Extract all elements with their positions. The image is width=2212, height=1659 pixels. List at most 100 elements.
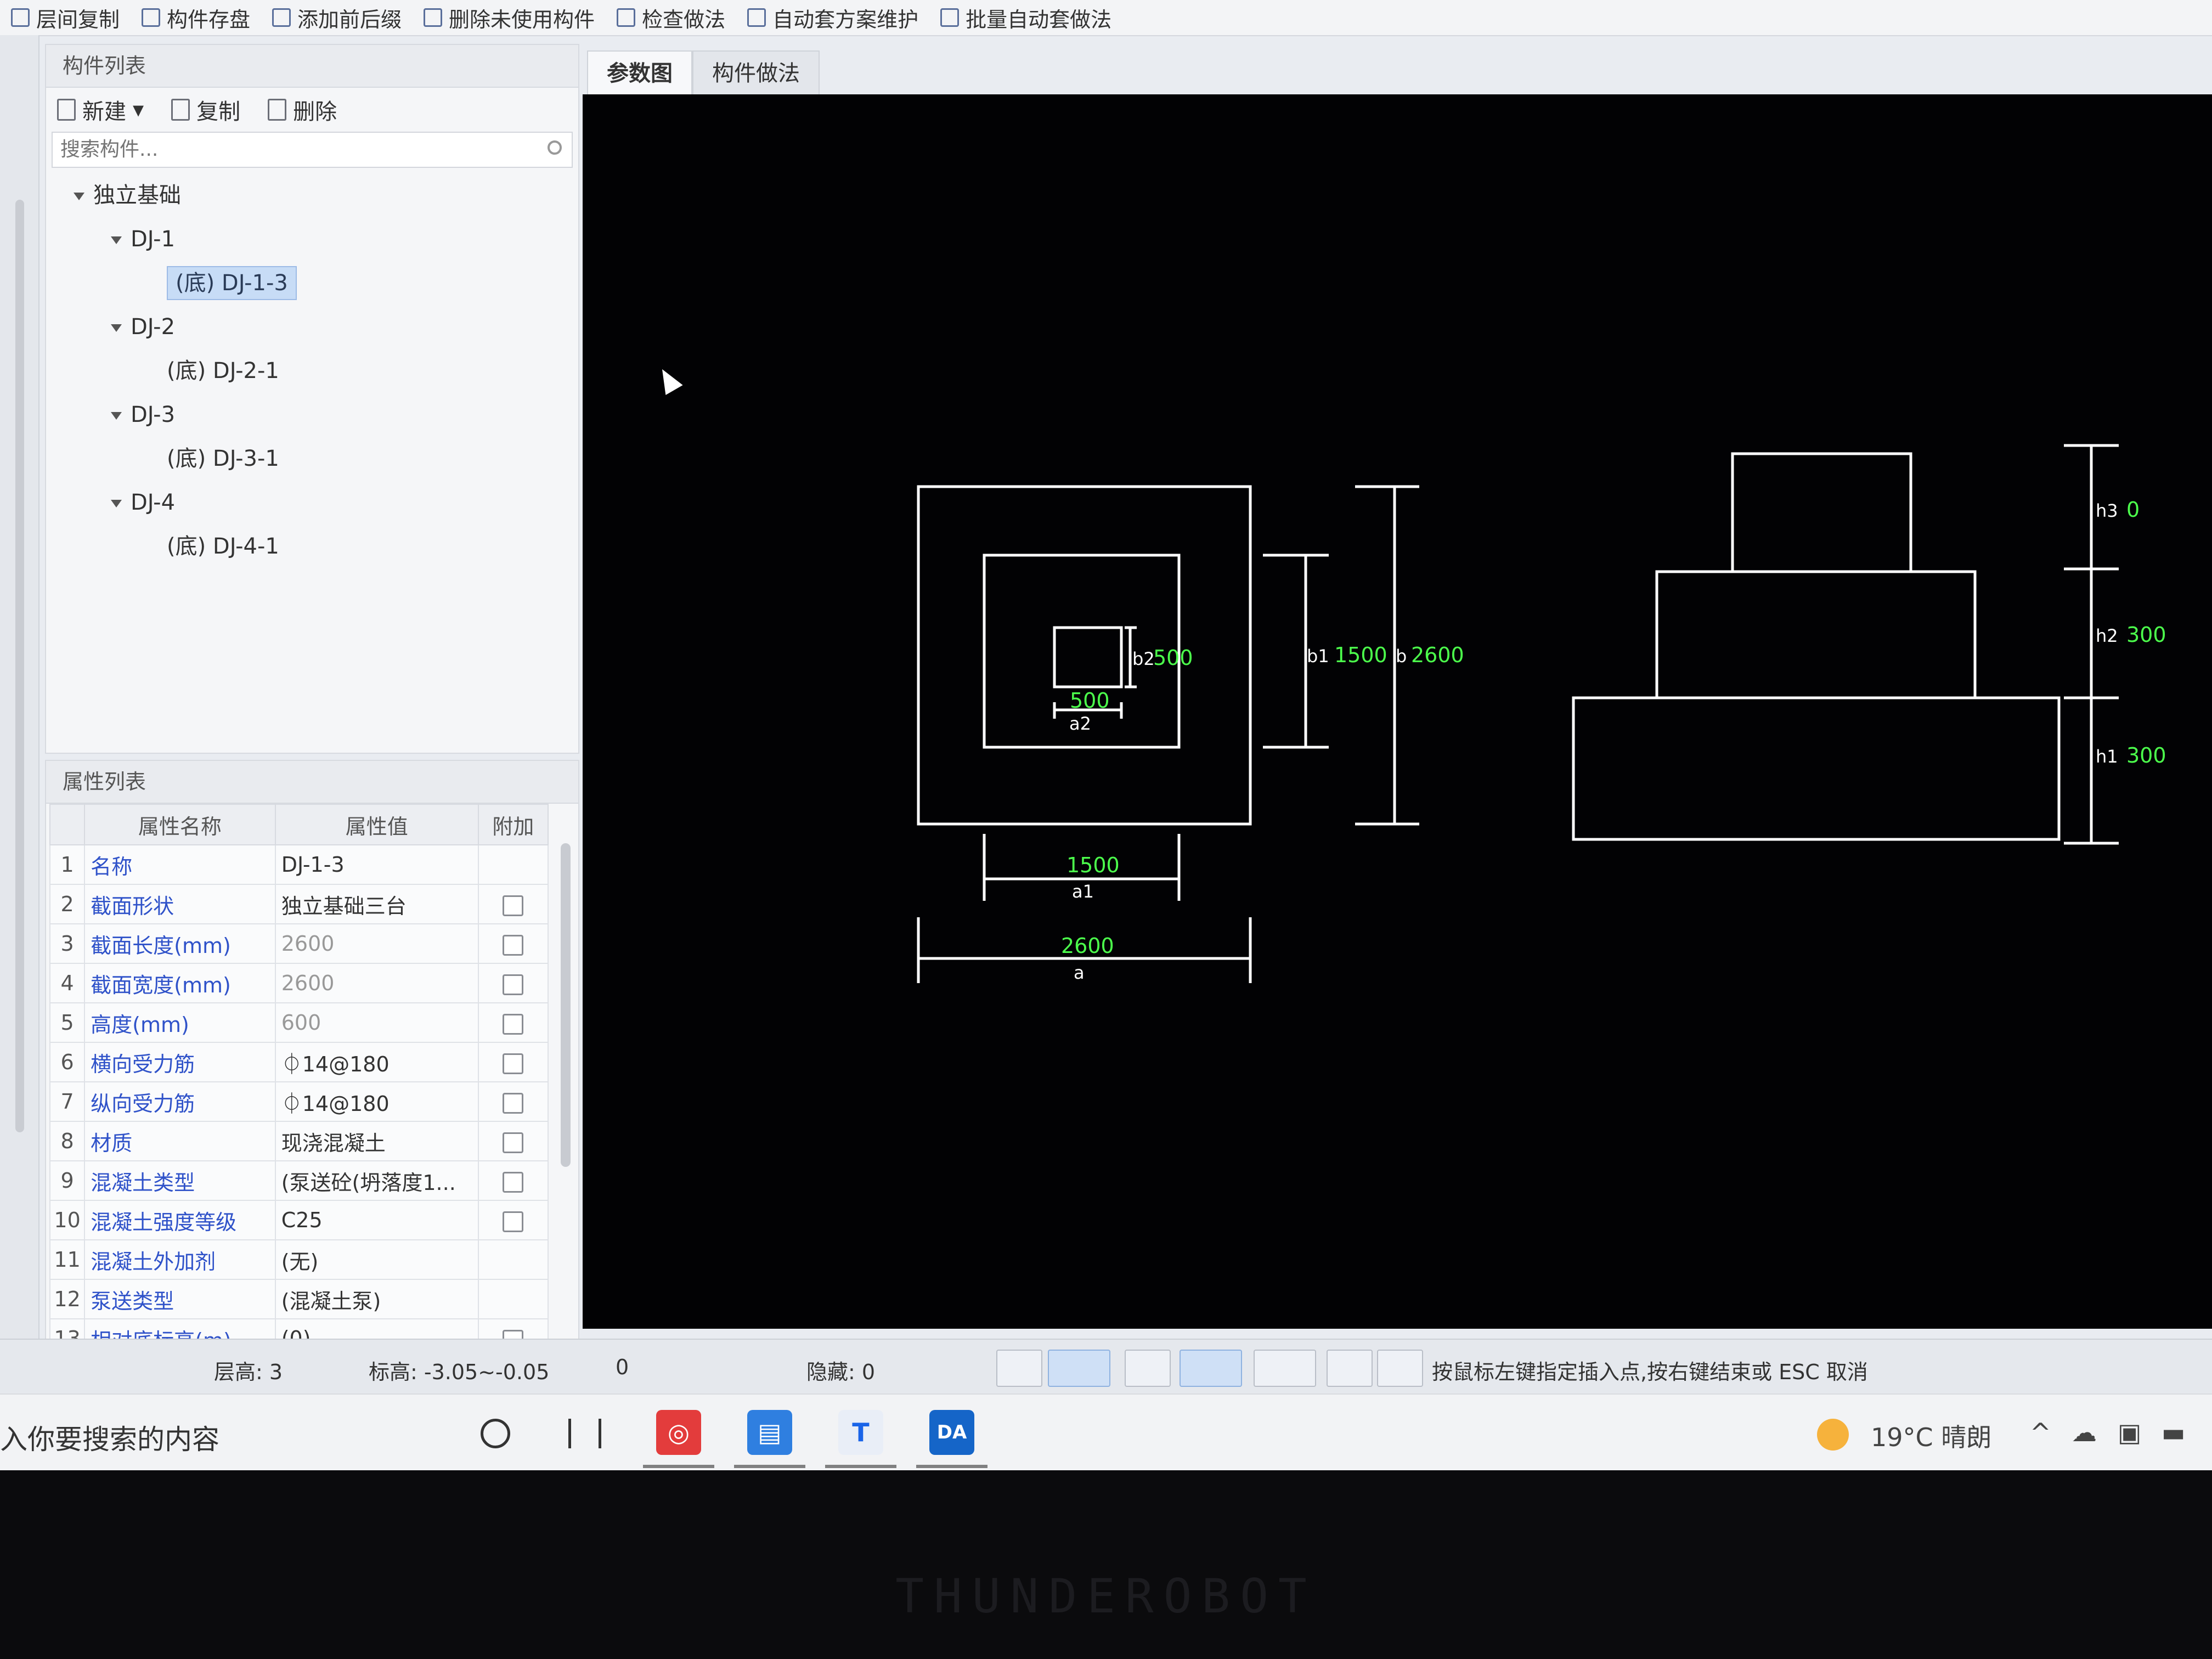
cad-app-icon[interactable]: DA bbox=[929, 1410, 974, 1455]
label-a1: a1 bbox=[1072, 881, 1094, 902]
tree-group-dj3[interactable]: DJ-3 bbox=[46, 393, 578, 437]
tree-item-dj-1-3[interactable]: (底) DJ-1-3 bbox=[46, 261, 578, 305]
app-active-indicator bbox=[643, 1465, 714, 1468]
component-tree: 独立基础 DJ-1 (底) DJ-1-3 DJ-2 (底) DJ-2-1 DJ-… bbox=[46, 173, 578, 568]
value-b2: 500 bbox=[1153, 646, 1193, 670]
table-row[interactable]: 6 横向受力筋 ⏀14@180 bbox=[49, 1042, 549, 1082]
extra-checkbox[interactable] bbox=[503, 1171, 524, 1193]
value-a2: 500 bbox=[1070, 689, 1110, 713]
left-scrollbar[interactable] bbox=[15, 200, 24, 1132]
cloud-icon[interactable]: ☁ bbox=[2072, 1418, 2097, 1447]
extra-checkbox[interactable] bbox=[503, 1053, 524, 1074]
copy-component-button[interactable]: 复制 bbox=[171, 94, 240, 126]
table-row[interactable]: 1 名称 DJ-1-3 bbox=[49, 844, 549, 885]
snap-tool-icon[interactable] bbox=[1048, 1350, 1110, 1387]
task-view-icon[interactable] bbox=[568, 1419, 601, 1448]
label-h1: h1 bbox=[2096, 746, 2118, 767]
section-middle-step bbox=[1655, 570, 1977, 699]
caret-down-icon bbox=[111, 500, 122, 507]
ortho-tool-icon[interactable] bbox=[996, 1350, 1042, 1387]
tree-item-dj-3-1[interactable]: (底) DJ-3-1 bbox=[46, 437, 578, 481]
taskbar-search-input[interactable]: 入你要搜索的内容 bbox=[0, 1418, 219, 1457]
add-prefix-button[interactable]: 添加前后缀 bbox=[272, 3, 402, 33]
auto-scheme-button[interactable]: 自动套方案维护 bbox=[747, 3, 918, 33]
section-top-step bbox=[1731, 452, 1912, 573]
floor-height-status: 层高: 3 bbox=[214, 1360, 283, 1384]
tree-group-dj4[interactable]: DJ-4 bbox=[46, 481, 578, 524]
value-a1: 1500 bbox=[1066, 853, 1120, 877]
component-search-input[interactable] bbox=[53, 133, 544, 166]
drawing-canvas[interactable]: b2 a2 b1 b a1 a h3 h2 h1 500 500 1500 26… bbox=[583, 94, 2212, 1329]
label-b1: b1 bbox=[1307, 646, 1329, 667]
network-icon[interactable]: ▣ bbox=[2118, 1418, 2141, 1447]
app-active-indicator bbox=[825, 1465, 896, 1468]
label-h3: h3 bbox=[2096, 500, 2118, 521]
tab-parameter-diagram[interactable]: 参数图 bbox=[587, 50, 692, 95]
extra-checkbox[interactable] bbox=[503, 1013, 524, 1035]
extra-checkbox[interactable] bbox=[503, 974, 524, 995]
caret-down-icon bbox=[111, 324, 122, 332]
status-bar: 层高: 3 标高: -3.05~-0.05 0 隐藏: 0 按鼠标左键指定插入点… bbox=[0, 1339, 2212, 1395]
display-tool-icon[interactable] bbox=[1327, 1350, 1373, 1387]
value-a: 2600 bbox=[1061, 934, 1114, 958]
table-row[interactable]: 12 泵送类型 (混凝土泵) bbox=[49, 1279, 549, 1319]
table-row[interactable]: 7 纵向受力筋 ⏀14@180 bbox=[49, 1081, 549, 1122]
extra-checkbox[interactable] bbox=[503, 1132, 524, 1153]
column-header-name: 属性名称 bbox=[84, 804, 276, 845]
delete-unused-button[interactable]: 删除未使用构件 bbox=[424, 3, 595, 33]
new-component-button[interactable]: 新建 ▾ bbox=[57, 94, 144, 126]
extra-checkbox[interactable] bbox=[503, 934, 524, 956]
tree-group-dj2[interactable]: DJ-2 bbox=[46, 305, 578, 349]
table-row[interactable]: 4 截面宽度(mm) 2600 bbox=[49, 963, 549, 1003]
extra-checkbox[interactable] bbox=[503, 1092, 524, 1114]
dimension-tool-icon[interactable] bbox=[1254, 1350, 1316, 1387]
batch-auto-button[interactable]: 批量自动套做法 bbox=[940, 3, 1111, 33]
label-b2: b2 bbox=[1132, 648, 1155, 669]
table-row[interactable]: 9 混凝土类型 (泵送砼(坍落度1... bbox=[49, 1160, 549, 1201]
tree-item-dj-2-1[interactable]: (底) DJ-2-1 bbox=[46, 349, 578, 393]
tree-group-dj1[interactable]: DJ-1 bbox=[46, 217, 578, 261]
layer-copy-button[interactable]: 层间复制 bbox=[11, 3, 120, 33]
angle-tool-icon[interactable] bbox=[1180, 1350, 1242, 1387]
value-h2: 300 bbox=[2126, 623, 2166, 647]
table-row[interactable]: 5 高度(mm) 600 bbox=[49, 1002, 549, 1043]
battery-icon[interactable]: ▬ bbox=[2162, 1418, 2185, 1447]
value-b1: 1500 bbox=[1334, 643, 1387, 667]
table-row[interactable]: 2 截面形状 独立基础三台 bbox=[49, 884, 549, 924]
check-method-button[interactable]: 检查做法 bbox=[617, 3, 725, 33]
top-toolbar: 层间复制 构件存盘 添加前后缀 删除未使用构件 检查做法 自动套方案维护 批量自… bbox=[0, 0, 2212, 36]
chevron-up-icon[interactable]: ^ bbox=[2030, 1418, 2051, 1447]
table-row[interactable]: 10 混凝土强度等级 C25 bbox=[49, 1200, 549, 1240]
tree-item-dj-4-1[interactable]: (底) DJ-4-1 bbox=[46, 524, 578, 568]
table-row[interactable]: 3 截面长度(mm) 2600 bbox=[49, 923, 549, 964]
zero-status: 0 bbox=[616, 1355, 629, 1379]
chevron-down-icon: ▾ bbox=[133, 97, 144, 122]
tree-root-node[interactable]: 独立基础 bbox=[46, 173, 578, 217]
properties-scrollbar[interactable] bbox=[561, 843, 571, 1167]
extra-checkbox[interactable] bbox=[503, 895, 524, 916]
label-b: b bbox=[1396, 646, 1407, 667]
cross-tool-icon[interactable] bbox=[1125, 1350, 1171, 1387]
delete-component-button[interactable]: 删除 bbox=[268, 94, 337, 126]
search-icon[interactable] bbox=[548, 140, 562, 155]
tab-component-method[interactable]: 构件做法 bbox=[692, 50, 820, 95]
arc-tool-icon[interactable] bbox=[1377, 1350, 1423, 1387]
spreadsheet-app-icon[interactable]: ▤ bbox=[747, 1410, 792, 1455]
prefix-icon bbox=[272, 8, 291, 27]
t-app-icon[interactable]: T bbox=[838, 1410, 883, 1455]
monitor-brand-logo: THUNDEROBOT bbox=[895, 1569, 1317, 1624]
value-h3: 0 bbox=[2126, 498, 2140, 522]
extra-checkbox[interactable] bbox=[503, 1211, 524, 1232]
left-navigation-strip bbox=[0, 35, 40, 1346]
netease-music-icon[interactable]: ◎ bbox=[656, 1410, 701, 1455]
save-component-button[interactable]: 构件存盘 bbox=[142, 3, 250, 33]
cortana-icon[interactable] bbox=[481, 1419, 510, 1448]
scheme-icon bbox=[747, 8, 766, 27]
weather-text[interactable]: 19°C 晴朗 bbox=[1871, 1418, 1991, 1454]
table-row[interactable]: 11 混凝土外加剂 (无) bbox=[49, 1239, 549, 1280]
table-row[interactable]: 8 材质 现浇混凝土 bbox=[49, 1121, 549, 1161]
save-icon bbox=[142, 8, 161, 27]
label-h2: h2 bbox=[2096, 625, 2118, 646]
batch-icon bbox=[940, 8, 960, 27]
weather-sun-icon[interactable] bbox=[1817, 1419, 1849, 1451]
